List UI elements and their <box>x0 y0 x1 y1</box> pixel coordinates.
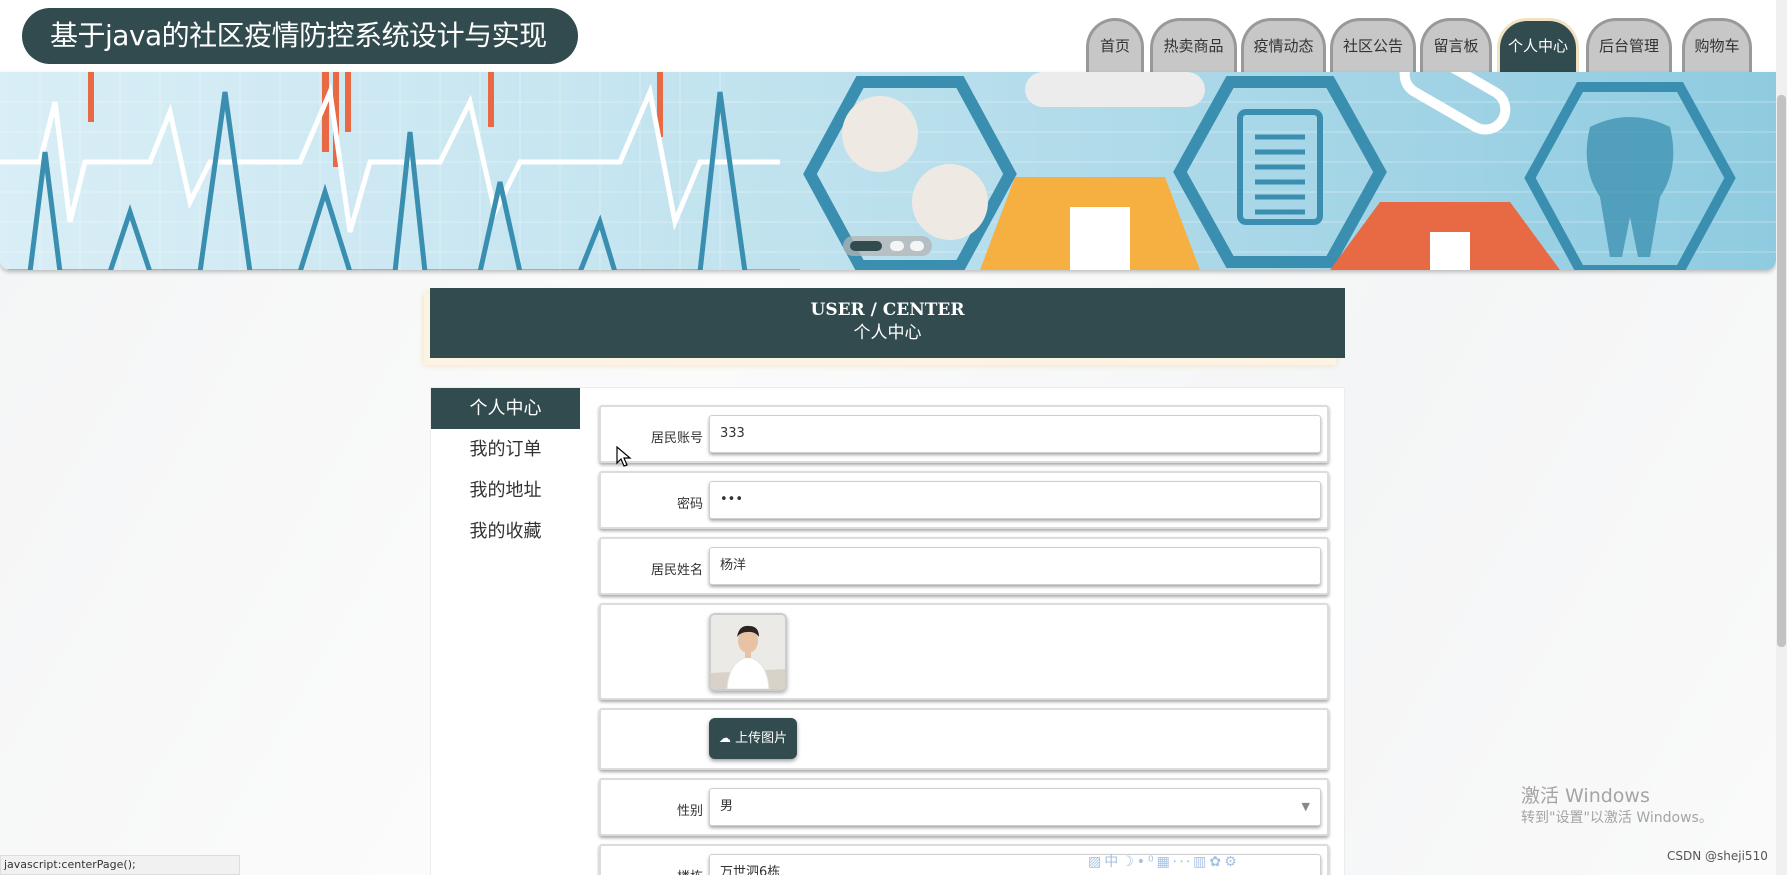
nav-item-user-center[interactable]: 个人中心 <box>1497 18 1579 72</box>
site-title[interactable]: 基于java的社区疫情防控系统设计与实现 <box>22 8 578 64</box>
carousel-indicators <box>843 236 932 256</box>
section-title-cn: 个人中心 <box>853 323 922 343</box>
nav-item-message-board[interactable]: 留言板 <box>1420 18 1492 72</box>
nav-item-cart[interactable]: 购物车 <box>1682 18 1752 72</box>
watermark-line1: 激活 Windows <box>1521 785 1650 807</box>
form-row-avatar <box>599 603 1329 700</box>
carousel-dot[interactable] <box>890 241 904 251</box>
password-input[interactable]: ••• <box>709 481 1321 519</box>
section-title: USER / CENTER 个人中心 <box>424 288 1345 365</box>
account-input[interactable]: 333 <box>709 415 1321 453</box>
section-title-bar: USER / CENTER 个人中心 <box>430 288 1345 358</box>
form-row-name: 居民姓名 杨洋 <box>599 537 1329 595</box>
nav-item-hot-products[interactable]: 热卖商品 <box>1150 18 1237 72</box>
carousel-dot[interactable] <box>850 241 882 251</box>
section-title-en: USER / CENTER <box>810 300 965 320</box>
sidebar-item-my-address[interactable]: 我的地址 <box>431 470 580 511</box>
nav-item-epidemic-news[interactable]: 疫情动态 <box>1241 18 1326 72</box>
form-row-gender: 性别 男 ▼ <box>599 778 1329 836</box>
form-row-account: 居民账号 333 <box>599 405 1329 463</box>
header: 基于java的社区疫情防控系统设计与实现 首页 热卖商品 疫情动态 社区公告 留… <box>0 0 1776 72</box>
browser-status-bar: javascript:centerPage(); <box>0 855 240 875</box>
watermark-line2: 转到"设置"以激活 Windows。 <box>1521 810 1713 826</box>
gender-select[interactable]: 男 ▼ <box>709 788 1321 826</box>
sidebar-item-user-center[interactable]: 个人中心 <box>431 388 580 429</box>
windows-activation-watermark: 激活 Windows 转到"设置"以激活 Windows。 <box>1521 784 1713 828</box>
form-row-upload: ☁ 上传图片 <box>599 708 1329 770</box>
gender-value: 男 <box>720 799 734 814</box>
form-row-password: 密码 ••• <box>599 471 1329 529</box>
user-center-panel: 个人中心 我的订单 我的地址 我的收藏 居民账号 333 密码 ••• 居民姓名… <box>430 387 1345 875</box>
page: 基于java的社区疫情防控系统设计与实现 首页 热卖商品 疫情动态 社区公告 留… <box>0 0 1776 875</box>
account-label: 居民账号 <box>650 431 703 446</box>
page-scrollbar[interactable] <box>1776 0 1787 875</box>
avatar-image <box>711 615 785 689</box>
carousel-dot[interactable] <box>910 241 924 251</box>
sidebar: 个人中心 我的订单 我的地址 我的收藏 <box>431 388 580 875</box>
avatar <box>709 613 787 691</box>
nav-item-admin[interactable]: 后台管理 <box>1586 18 1672 72</box>
password-label: 密码 <box>676 497 703 512</box>
name-label: 居民姓名 <box>650 563 703 578</box>
chevron-down-icon: ▼ <box>1301 800 1310 813</box>
cloud-upload-icon: ☁ <box>718 731 731 745</box>
mouse-cursor-icon <box>616 446 632 467</box>
csdn-credit: CSDN @sheji510 <box>1667 849 1768 863</box>
gender-label: 性别 <box>676 804 703 819</box>
nav-item-home[interactable]: 首页 <box>1086 18 1144 72</box>
name-input[interactable]: 杨洋 <box>709 547 1321 585</box>
nav-item-community-notice[interactable]: 社区公告 <box>1330 18 1416 72</box>
ime-toolbar: ▨中☽•⁰▦⸱⸱⸱▥✿⚙ <box>1088 854 1240 870</box>
sidebar-item-my-favorites[interactable]: 我的收藏 <box>431 511 580 552</box>
sidebar-item-my-orders[interactable]: 我的订单 <box>431 429 580 470</box>
scrollbar-thumb[interactable] <box>1777 95 1786 647</box>
upload-label: 上传图片 <box>735 731 788 746</box>
building-label: 楼栋 <box>601 866 703 875</box>
upload-image-button[interactable]: ☁ 上传图片 <box>709 718 797 759</box>
